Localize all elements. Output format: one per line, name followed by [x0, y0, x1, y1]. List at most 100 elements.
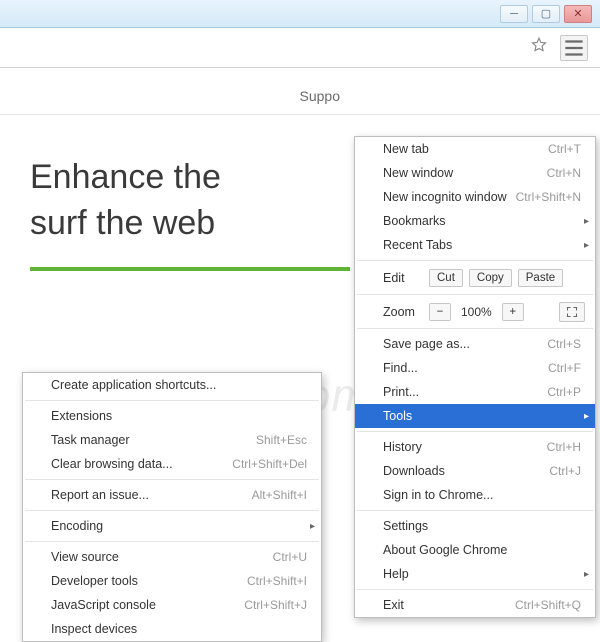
menu-item-shortcut: Ctrl+F — [548, 361, 581, 375]
window-titlebar: ─ ▢ ✕ — [0, 0, 600, 28]
main-menu-item-1[interactable]: New window Ctrl+N — [355, 161, 595, 185]
menu-item-shortcut: Ctrl+S — [547, 337, 581, 351]
menu-separator — [357, 260, 593, 261]
hamburger-menu-button[interactable] — [560, 35, 588, 61]
main-menu-item-4[interactable]: Recent Tabs — [355, 233, 595, 257]
paste-button[interactable]: Paste — [518, 269, 563, 287]
fullscreen-button[interactable] — [559, 302, 585, 322]
edit-row: Edit Cut Copy Paste — [355, 264, 595, 291]
menu-item-label: JavaScript console — [51, 598, 156, 612]
page-content: Suppo Enhance the surf the web riskom Ne… — [0, 68, 600, 600]
copy-button[interactable]: Copy — [469, 269, 512, 287]
menu-item-label: About Google Chrome — [383, 543, 507, 557]
nav-support-link[interactable]: Suppo — [300, 88, 340, 104]
sub-menu-item-12[interactable]: JavaScript console Ctrl+Shift+J — [23, 593, 321, 617]
menu-item-label: New window — [383, 166, 453, 180]
menu-item-label: New incognito window — [383, 190, 507, 204]
sub-menu-item-2[interactable]: Extensions — [23, 404, 321, 428]
hero-line2: surf the web — [30, 204, 215, 242]
menu-separator — [25, 479, 319, 480]
menu-item-label: History — [383, 440, 422, 454]
zoom-value: 100% — [457, 305, 496, 319]
menu-item-shortcut: Ctrl+U — [273, 550, 307, 564]
main-menu-item-0[interactable]: New tabCtrl+T — [355, 137, 595, 161]
main-menu-item-19[interactable]: Settings — [355, 514, 595, 538]
main-menu-item-20[interactable]: About Google Chrome — [355, 538, 595, 562]
menu-item-label: Sign in to Chrome... — [383, 488, 493, 502]
menu-separator — [25, 510, 319, 511]
zoom-row: Zoom−100% + — [355, 298, 595, 325]
menu-item-shortcut: Shift+Esc — [256, 433, 307, 447]
menu-item-shortcut: Ctrl+N — [547, 166, 581, 180]
main-menu-item-2[interactable]: New incognito window Ctrl+Shift+N — [355, 185, 595, 209]
maximize-button[interactable]: ▢ — [532, 5, 560, 23]
main-menu-item-17[interactable]: Sign in to Chrome... — [355, 483, 595, 507]
zoom-out-button[interactable]: − — [429, 303, 451, 321]
menu-item-label: Extensions — [51, 409, 112, 423]
cut-button[interactable]: Cut — [429, 269, 463, 287]
menu-separator — [25, 541, 319, 542]
menu-separator — [357, 589, 593, 590]
menu-item-shortcut: Ctrl+Shift+Q — [515, 598, 581, 612]
menu-separator — [25, 400, 319, 401]
sub-menu-item-13[interactable]: Inspect devices — [23, 617, 321, 641]
menu-item-label: Developer tools — [51, 574, 138, 588]
zoom-in-button[interactable]: + — [502, 303, 524, 321]
menu-item-label: Inspect devices — [51, 622, 137, 636]
menu-item-label: Clear browsing data... — [51, 457, 173, 471]
menu-separator — [357, 431, 593, 432]
sub-menu-item-3[interactable]: Task manager Shift+Esc — [23, 428, 321, 452]
minimize-button[interactable]: ─ — [500, 5, 528, 23]
menu-separator — [357, 510, 593, 511]
sub-menu-item-11[interactable]: Developer tools Ctrl+Shift+I — [23, 569, 321, 593]
menu-item-label: Downloads — [383, 464, 445, 478]
menu-item-shortcut: Ctrl+Shift+J — [244, 598, 307, 612]
chrome-main-menu: New tabCtrl+T New window Ctrl+N New incogni… — [354, 136, 596, 618]
hero-line1: Enhance the — [30, 158, 221, 196]
sub-menu-item-4[interactable]: Clear browsing data... Ctrl+Shift+Del — [23, 452, 321, 476]
menu-item-shortcut: Ctrl+J — [549, 464, 581, 478]
menu-item-shortcut: Ctrl+Shift+I — [247, 574, 307, 588]
menu-item-label: Tools — [383, 409, 412, 423]
bookmark-star-icon[interactable] — [530, 36, 548, 59]
menu-item-label: Save page as... — [383, 337, 470, 351]
menu-item-label: Bookmarks — [383, 214, 446, 228]
main-menu-item-3[interactable]: Bookmarks — [355, 209, 595, 233]
menu-item-label: Exit — [383, 598, 404, 612]
tools-submenu: Create application shortcuts... Extension… — [22, 372, 322, 642]
main-menu-item-16[interactable]: Downloads Ctrl+J — [355, 459, 595, 483]
main-menu-item-15[interactable]: History Ctrl+H — [355, 435, 595, 459]
main-menu-item-10[interactable]: Save page as... Ctrl+S — [355, 332, 595, 356]
menu-separator — [357, 294, 593, 295]
menu-item-shortcut: Ctrl+P — [547, 385, 581, 399]
menu-item-label: Report an issue... — [51, 488, 149, 502]
menu-item-shortcut: Ctrl+H — [547, 440, 581, 454]
menu-separator — [357, 328, 593, 329]
menu-item-label: Settings — [383, 519, 428, 533]
sub-menu-item-0[interactable]: Create application shortcuts... — [23, 373, 321, 397]
main-menu-item-11[interactable]: Find... Ctrl+F — [355, 356, 595, 380]
menu-item-label: View source — [51, 550, 119, 564]
menu-item-shortcut: Alt+Shift+I — [252, 488, 307, 502]
menu-item-shortcut: Ctrl+Shift+Del — [232, 457, 307, 471]
sub-menu-item-6[interactable]: Report an issue... Alt+Shift+I — [23, 483, 321, 507]
hero-underline — [30, 267, 350, 271]
menu-item-label: New tab — [383, 142, 429, 156]
sub-menu-item-8[interactable]: Encoding — [23, 514, 321, 538]
menu-item-label: Task manager — [51, 433, 130, 447]
close-button[interactable]: ✕ — [564, 5, 592, 23]
menu-item-label: Create application shortcuts... — [51, 378, 216, 392]
main-menu-item-23[interactable]: Exit Ctrl+Shift+Q — [355, 593, 595, 617]
browser-toolbar — [0, 28, 600, 68]
menu-item-label: Encoding — [51, 519, 103, 533]
main-menu-item-12[interactable]: Print... Ctrl+P — [355, 380, 595, 404]
menu-item-shortcut: Ctrl+Shift+N — [516, 190, 581, 204]
menu-item-label: Find... — [383, 361, 418, 375]
zoom-label: Zoom — [383, 305, 423, 319]
sub-menu-item-10[interactable]: View source Ctrl+U — [23, 545, 321, 569]
main-menu-item-21[interactable]: Help — [355, 562, 595, 586]
edit-label: Edit — [383, 271, 423, 285]
menu-item-label: Print... — [383, 385, 419, 399]
main-menu-item-13[interactable]: Tools — [355, 404, 595, 428]
menu-item-label: Recent Tabs — [383, 238, 452, 252]
